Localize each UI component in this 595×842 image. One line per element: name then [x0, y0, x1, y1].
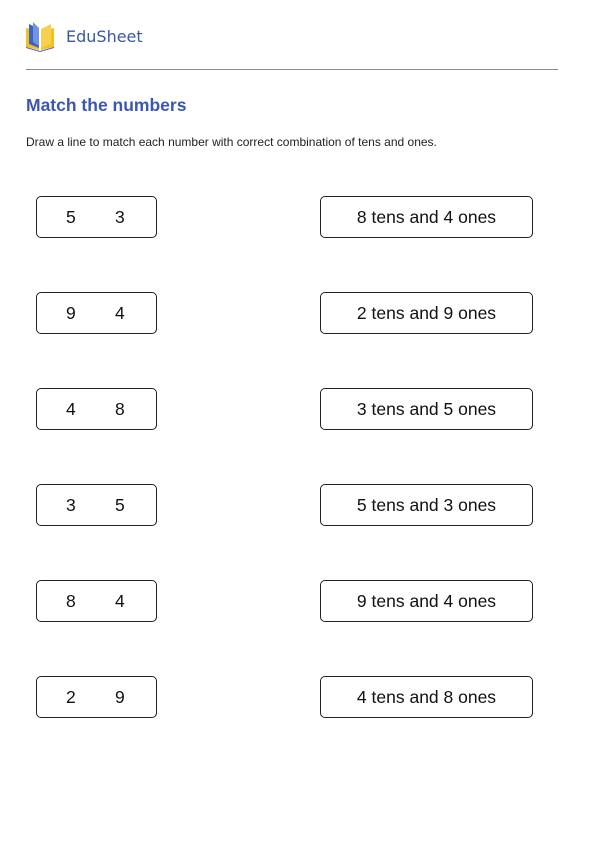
header-divider — [26, 69, 558, 70]
ones-digit: 5 — [115, 495, 125, 515]
number-box[interactable]: 35 — [36, 484, 157, 526]
open-book-icon — [26, 22, 54, 52]
tens-digit: 4 — [66, 399, 76, 419]
tens-digit: 2 — [66, 687, 76, 707]
worksheet-title: Match the numbers — [26, 95, 187, 115]
ones-digit: 8 — [115, 399, 125, 419]
tens-digit: 5 — [66, 207, 76, 227]
number-box[interactable]: 53 — [36, 196, 157, 238]
ones-digit: 3 — [115, 207, 125, 227]
number-box[interactable]: 29 — [36, 676, 157, 718]
tens-digit: 3 — [66, 495, 76, 515]
tens-ones-box[interactable]: 5 tens and 3 ones — [320, 484, 533, 526]
ones-digit: 4 — [115, 303, 125, 323]
tens-ones-box[interactable]: 4 tens and 8 ones — [320, 676, 533, 718]
tens-digit: 9 — [66, 303, 76, 323]
tens-digit: 8 — [66, 591, 76, 611]
tens-ones-box[interactable]: 8 tens and 4 ones — [320, 196, 533, 238]
ones-digit: 9 — [115, 687, 125, 707]
brand-name: EduSheet — [66, 26, 143, 46]
tens-ones-box[interactable]: 9 tens and 4 ones — [320, 580, 533, 622]
tens-ones-box[interactable]: 2 tens and 9 ones — [320, 292, 533, 334]
logo: EduSheet — [24, 20, 143, 52]
ones-digit: 4 — [115, 591, 125, 611]
number-box[interactable]: 48 — [36, 388, 157, 430]
instructions: Draw a line to match each number with co… — [26, 135, 437, 149]
number-box[interactable]: 84 — [36, 580, 157, 622]
tens-ones-box[interactable]: 3 tens and 5 ones — [320, 388, 533, 430]
number-box[interactable]: 94 — [36, 292, 157, 334]
